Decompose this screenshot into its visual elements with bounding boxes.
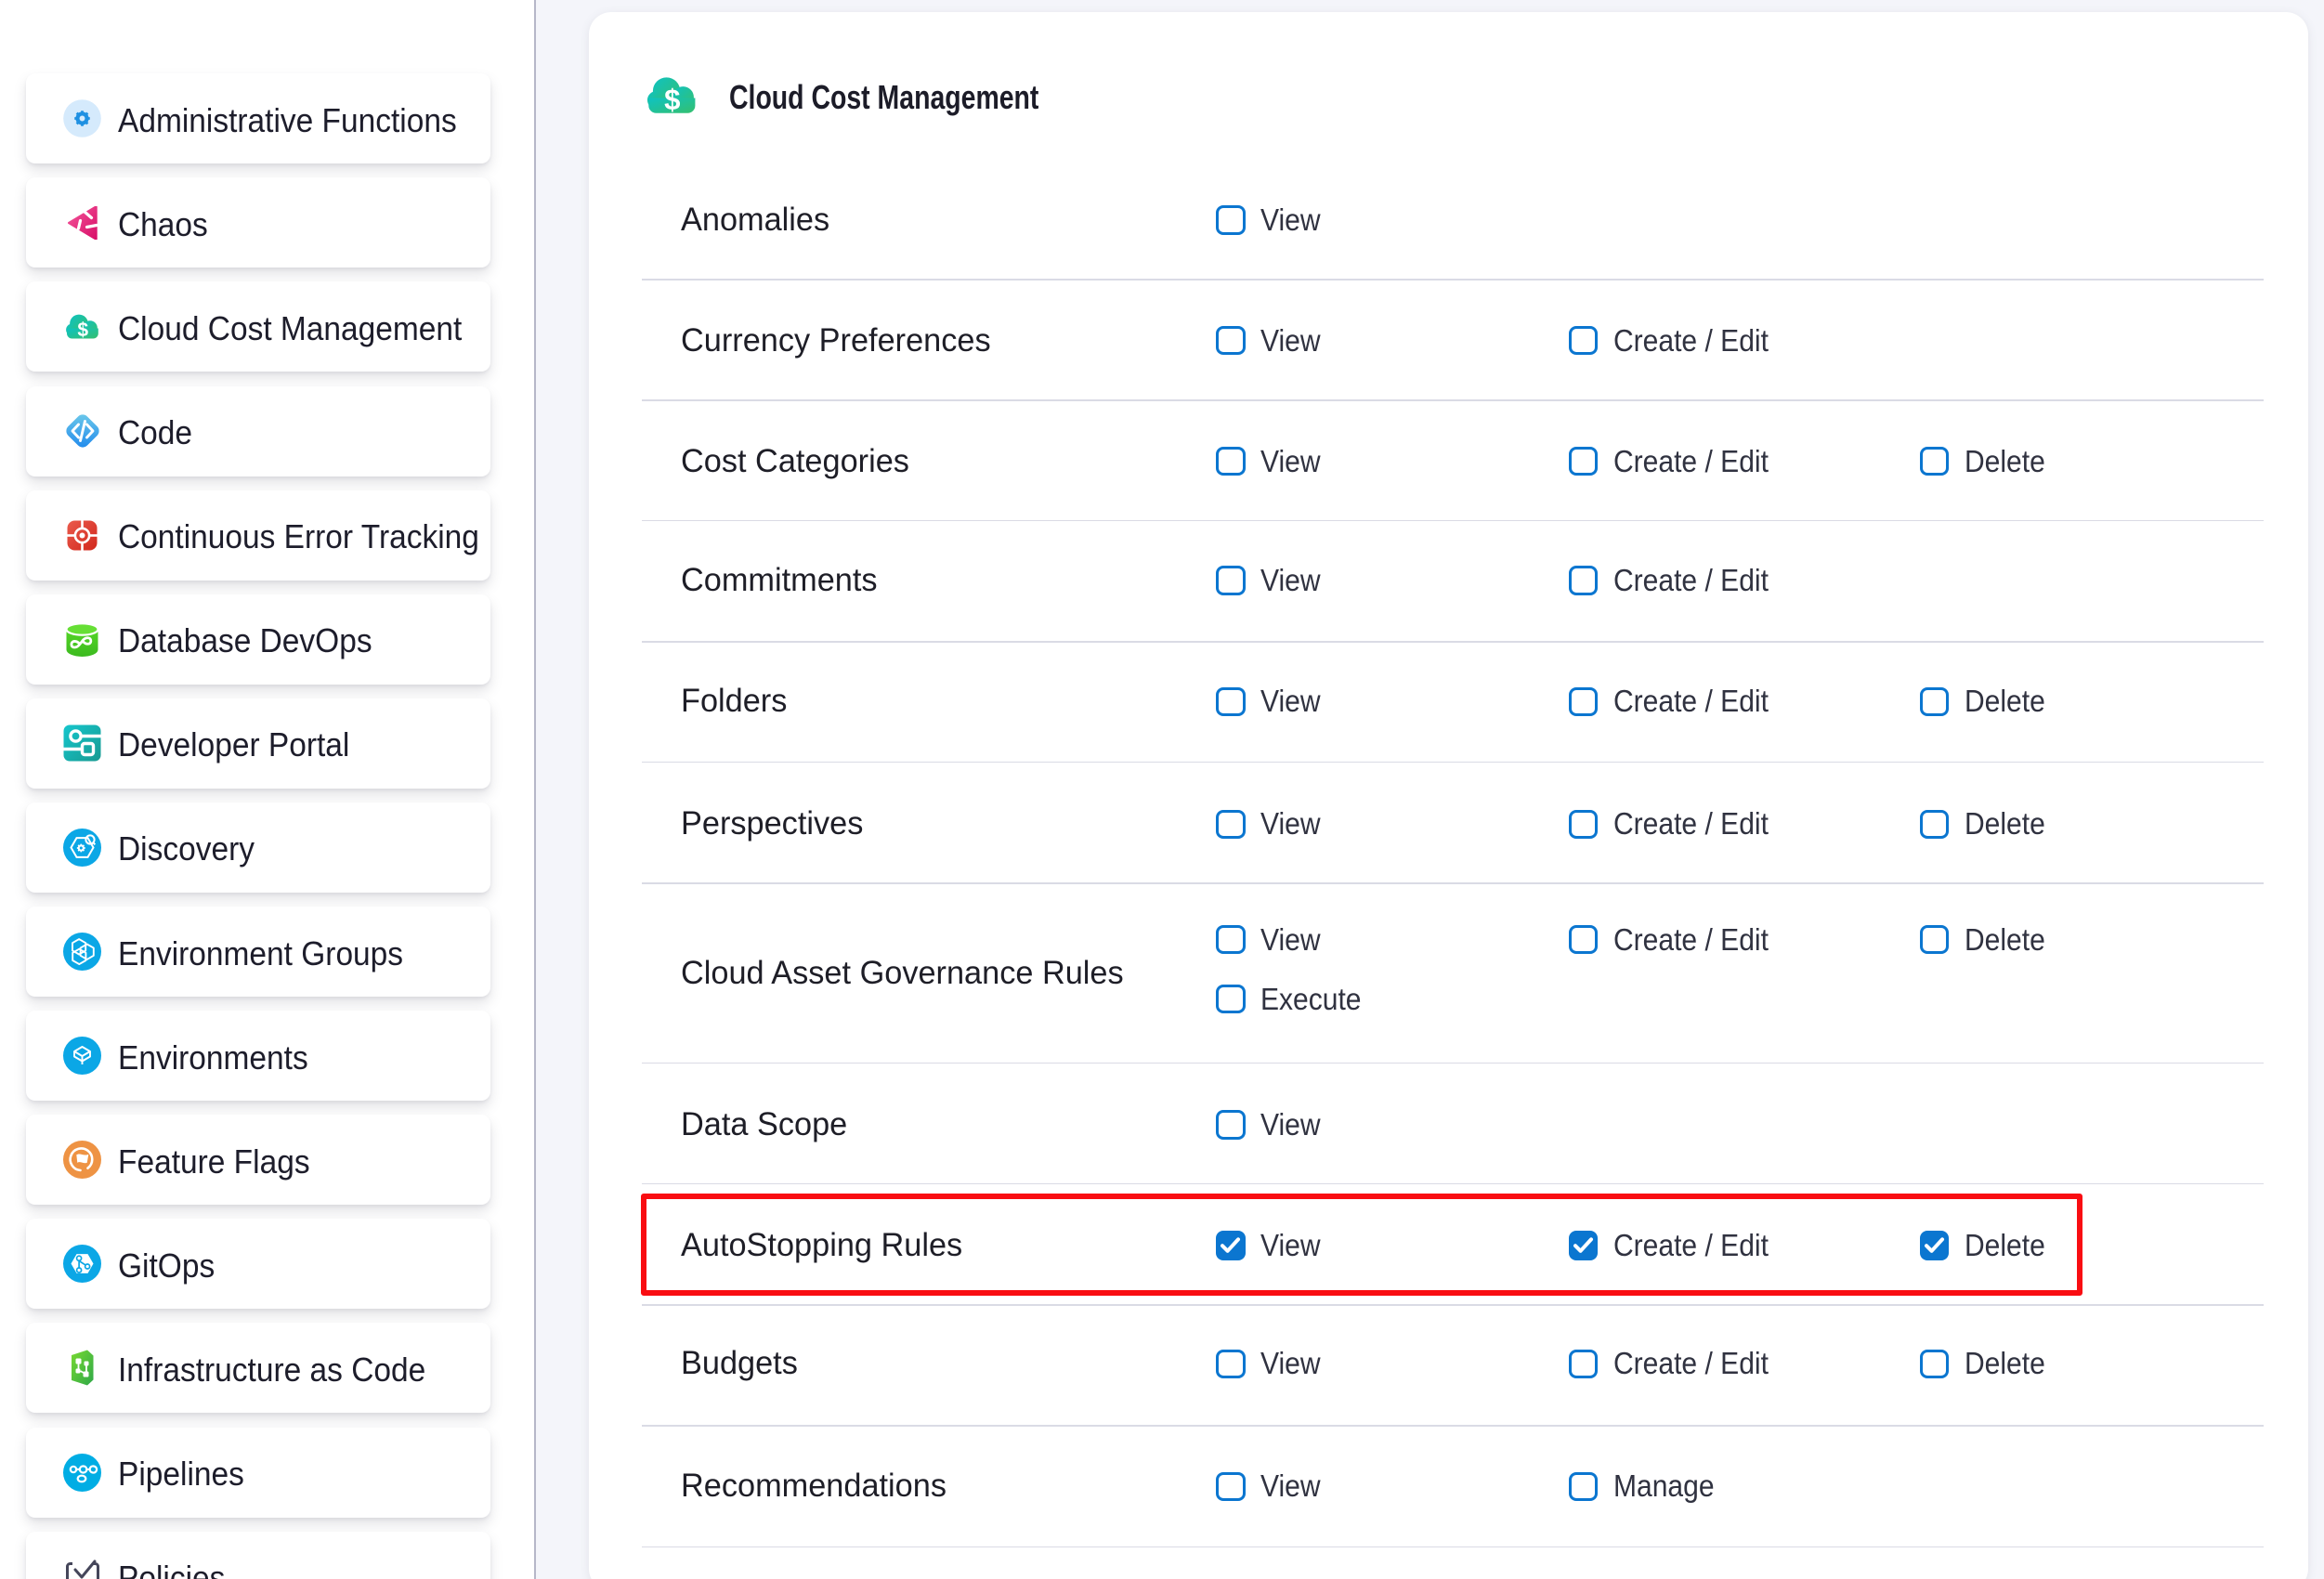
svg-text:$: $ [664,84,680,115]
svg-text:$: $ [77,320,88,340]
